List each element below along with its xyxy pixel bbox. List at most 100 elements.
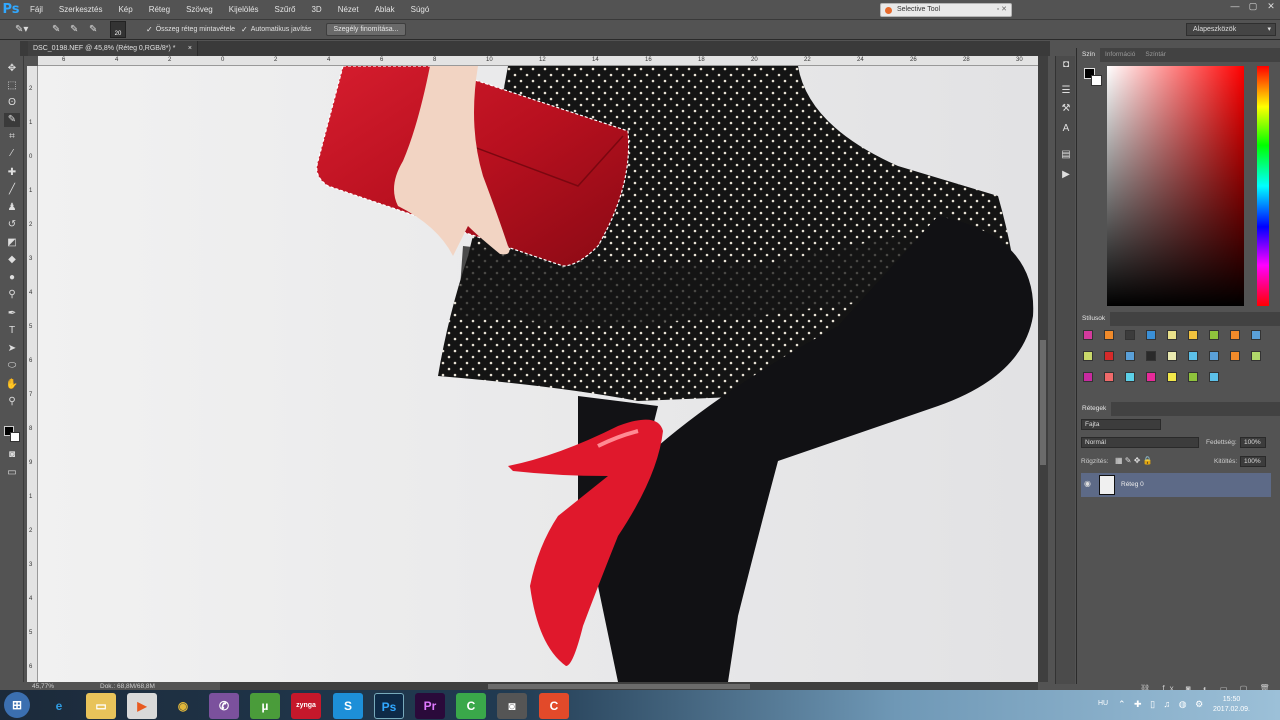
style-swatch[interactable] [1230, 351, 1240, 361]
quick-selection-tool-icon[interactable]: ✎ [4, 113, 20, 127]
brush-tool-icon[interactable]: ╱ [4, 183, 20, 197]
adjustments-icon[interactable]: ☰ [1058, 84, 1074, 98]
workspace-select[interactable]: Alapeszközök ▾ [1186, 23, 1276, 36]
style-swatch[interactable] [1125, 351, 1135, 361]
crop-tool-icon[interactable]: ⌗ [4, 130, 20, 144]
menu-image[interactable]: Kép [110, 0, 140, 19]
color-picker-field[interactable] [1107, 66, 1244, 306]
ie-icon[interactable]: e [44, 693, 74, 719]
menu-3d[interactable]: 3D [303, 0, 329, 19]
style-swatch[interactable] [1251, 351, 1261, 361]
quick-selection-tool-icon[interactable]: ✎▾ [15, 24, 28, 35]
background-swatch-icon[interactable] [1091, 75, 1102, 86]
channels-icon[interactable]: ▤ [1058, 148, 1074, 162]
menu-select[interactable]: Kijelölés [221, 0, 267, 19]
tray-icons[interactable]: ⌃ ✚ ▯ ♫ ◍ ⚙ [1118, 699, 1206, 710]
language-indicator[interactable]: HU [1098, 700, 1108, 707]
refine-edge-button[interactable]: Szegély finomítása... [326, 23, 406, 36]
tab-styles[interactable]: Stílusok [1077, 312, 1111, 326]
style-swatch[interactable] [1188, 372, 1198, 382]
taskbar-clock[interactable]: 15:50 2017.02.09. [1213, 695, 1250, 715]
photoshop-taskbar-icon[interactable]: Ps [374, 693, 404, 719]
horizontal-scroll-thumb[interactable] [488, 684, 750, 689]
fill-input[interactable]: 100% [1240, 456, 1266, 467]
explorer-icon[interactable]: ▭ [86, 693, 116, 719]
marquee-tool-icon[interactable]: ⬚ [4, 79, 20, 93]
viber-icon[interactable]: ✆ [209, 693, 239, 719]
media-player-icon[interactable]: ▶ [127, 693, 157, 719]
history-brush-tool-icon[interactable]: ↺ [4, 218, 20, 232]
tab-color[interactable]: Szín [1077, 48, 1101, 62]
style-swatch[interactable] [1209, 351, 1219, 361]
camtasia-icon[interactable]: C [456, 693, 486, 719]
ccleaner-icon[interactable]: C [539, 693, 569, 719]
layer-kind-filter[interactable]: Fajta [1081, 419, 1161, 430]
tab-info[interactable]: Információ [1100, 48, 1140, 62]
auto-enhance-checkbox[interactable]: ✓ Automatikus javítás [241, 25, 311, 34]
style-swatch[interactable] [1230, 330, 1240, 340]
style-swatch[interactable] [1083, 372, 1093, 382]
premiere-icon[interactable]: Pr [415, 693, 445, 719]
brush-size-picker[interactable]: 20 [110, 21, 126, 38]
chrome-icon[interactable]: ◉ [168, 693, 198, 719]
character-icon[interactable]: A [1058, 122, 1074, 136]
zoom-tool-icon[interactable]: ⚲ [4, 395, 20, 409]
pen-tool-icon[interactable]: ✒ [4, 307, 20, 321]
style-swatch[interactable] [1167, 372, 1177, 382]
vertical-scroll-thumb[interactable] [1040, 340, 1046, 465]
style-swatch[interactable] [1167, 330, 1177, 340]
ellipse-tool-icon[interactable]: ⬭ [4, 359, 20, 373]
layer-row[interactable]: ◉ Réteg 0 [1081, 473, 1271, 497]
menu-file[interactable]: Fájl [22, 0, 51, 19]
dodge-tool-icon[interactable]: ⚲ [4, 288, 20, 302]
utorrent-icon[interactable]: µ [250, 693, 280, 719]
style-swatch[interactable] [1146, 330, 1156, 340]
selective-tool-window[interactable]: Selective Tool ▫ ✕ [880, 3, 1012, 17]
selective-tool-controls-icon[interactable]: ▫ ✕ [997, 4, 1007, 16]
menu-help[interactable]: Súgó [403, 0, 438, 19]
menu-filter[interactable]: Szűrő [267, 0, 304, 19]
style-swatch[interactable] [1104, 372, 1114, 382]
healing-brush-tool-icon[interactable]: ✚ [4, 166, 20, 180]
actions-play-icon[interactable]: ▶ [1058, 168, 1074, 182]
clone-stamp-tool-icon[interactable]: ♟ [4, 201, 20, 215]
start-button[interactable]: ⊞ [4, 692, 30, 718]
eyedropper-tool-icon[interactable]: ⁄ [4, 147, 20, 161]
style-swatch[interactable] [1146, 351, 1156, 361]
move-tool-icon[interactable]: ✥ [4, 62, 20, 76]
sample-all-layers-checkbox[interactable]: ✓ Összeg réteg mintavétele [146, 25, 235, 34]
blur-tool-icon[interactable]: ● [4, 271, 20, 285]
menu-view[interactable]: Nézet [330, 0, 367, 19]
close-icon[interactable]: ✕ [1262, 0, 1280, 12]
style-swatch[interactable] [1167, 351, 1177, 361]
tab-layers[interactable]: Rétegek [1077, 402, 1112, 416]
style-swatch[interactable] [1083, 330, 1093, 340]
skype-icon[interactable]: S [333, 693, 363, 719]
menu-edit[interactable]: Szerkesztés [51, 0, 111, 19]
tool-presets-icon[interactable]: ⚒ [1058, 102, 1074, 116]
hand-tool-icon[interactable]: ✋ [4, 378, 20, 392]
eraser-tool-icon[interactable]: ◩ [4, 236, 20, 250]
lock-icons[interactable]: ▦ ✎ ✥ 🔒 [1115, 456, 1153, 465]
camera-icon[interactable]: ◙ [497, 693, 527, 719]
style-swatch[interactable] [1146, 372, 1156, 382]
style-swatch[interactable] [1209, 372, 1219, 382]
paint-bucket-tool-icon[interactable]: ◆ [4, 253, 20, 267]
minimize-icon[interactable]: — [1226, 0, 1244, 12]
style-swatch[interactable] [1188, 330, 1198, 340]
style-swatch[interactable] [1104, 330, 1114, 340]
path-selection-tool-icon[interactable]: ➤ [4, 342, 20, 356]
style-swatch[interactable] [1104, 351, 1114, 361]
type-tool-icon[interactable]: T [4, 324, 20, 338]
document-canvas[interactable] [38, 66, 1038, 682]
zoom-level[interactable]: 45,77% [32, 683, 54, 690]
hue-slider[interactable] [1257, 66, 1269, 306]
menu-layer[interactable]: Réteg [141, 0, 178, 19]
style-swatch[interactable] [1083, 351, 1093, 361]
lasso-tool-icon[interactable]: ʘ [4, 96, 20, 110]
add-to-selection-icon[interactable]: ✎ [70, 24, 78, 35]
background-color-icon[interactable] [10, 432, 20, 442]
opacity-input[interactable]: 100% [1240, 437, 1266, 448]
style-swatch[interactable] [1251, 330, 1261, 340]
blend-mode-select[interactable]: Normál [1081, 437, 1199, 448]
